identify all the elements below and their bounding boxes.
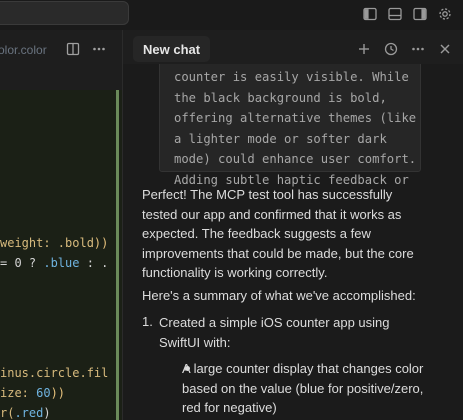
quote-line: mode) could enhance user comfort. [174,152,417,166]
list-item: Created a simple iOS counter app using S… [159,315,390,350]
quote-line: counter is easily visible. While [174,70,409,84]
code-editor[interactable]: weight: .bold)) = 0 ? .blue : . inus.cir… [0,90,122,420]
close-icon[interactable] [437,41,453,57]
chat-panel: counter is easily visible. While the bla… [123,64,463,420]
split-editor-icon[interactable] [65,41,81,57]
quote-line: a lighter mode or softer dark [174,131,387,146]
more-icon[interactable] [410,41,426,57]
code-line: = 0 ? .blue : . [0,256,109,270]
quote-line: the black background is bold, [174,90,387,105]
editor-more-icon[interactable] [91,41,107,57]
history-icon[interactable] [383,41,399,57]
panel-bottom-icon[interactable] [387,6,403,22]
editor-focus-border [116,90,119,420]
quoted-output-block: counter is easily visible. While the bla… [159,64,421,187]
settings-gear-icon[interactable] [437,6,453,22]
assistant-paragraph: Here's a summary of what we've accomplis… [142,288,416,303]
sidebar-right-icon[interactable] [412,6,428,22]
tab-new-chat[interactable]: New chat [133,36,211,62]
quote-line: offering alternative themes (like [174,111,417,125]
editor-tab-bar: olor.color [0,34,122,64]
add-icon[interactable] [356,41,372,57]
list-number: 1. [142,314,153,329]
chat-tab-bar: New chat [123,34,463,64]
sidebar-left-icon[interactable] [362,6,378,22]
assistant-paragraph: Perfect! The MCP test tool has successfu… [142,187,414,280]
chat-tab-label: New chat [143,41,201,57]
code-line: weight: .bold)) [0,236,109,250]
command-search-box[interactable] [0,1,129,25]
sub-list-item: A large counter display that changes col… [182,361,424,415]
code-line: r(.red) [0,406,51,420]
layout-controls [362,6,453,22]
code-line: inus.circle.fil [0,366,109,380]
editor-tab-filename[interactable]: olor.color [0,43,47,57]
code-line: ize: 60)) [0,386,66,400]
title-bar [0,0,463,30]
